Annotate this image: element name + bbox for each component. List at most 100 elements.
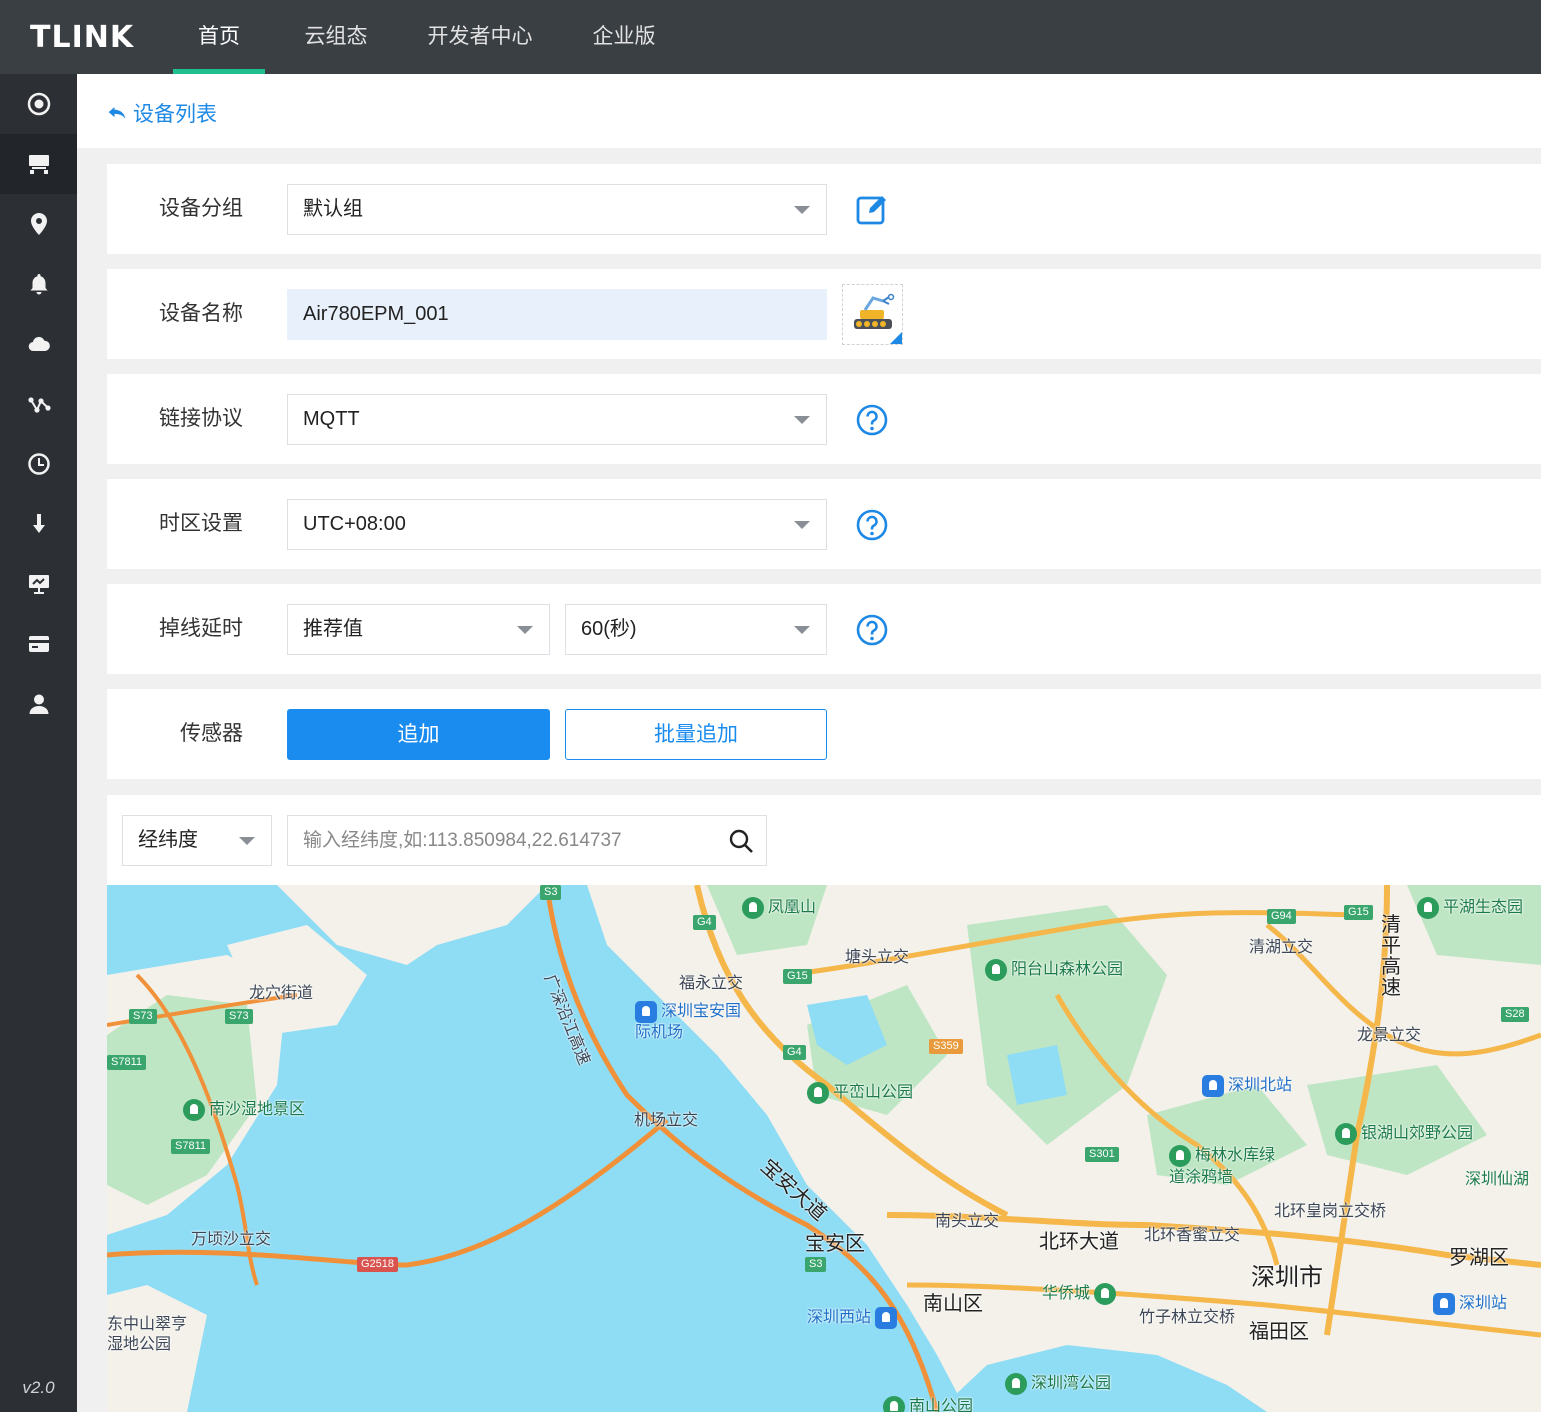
device-name-input[interactable]: Air780EPM_001 <box>287 289 827 340</box>
map-label-sznorth: 深圳北站 <box>1202 1071 1292 1097</box>
coordinate-search-placeholder: 输入经纬度,如:113.850984,22.614737 <box>303 830 622 851</box>
edit-group-button[interactable] <box>855 193 889 227</box>
sidebar-item-billing[interactable] <box>0 614 77 674</box>
sidebar: v2.0 <box>0 74 77 1412</box>
sidebar-item-devices[interactable] <box>0 134 77 194</box>
road-shield: S7811 <box>171 1139 210 1154</box>
network-icon <box>27 397 51 413</box>
help-icon <box>856 509 888 541</box>
sidebar-item-location[interactable] <box>0 194 77 254</box>
clock-icon <box>27 453 50 475</box>
chevron-down-icon <box>794 416 810 424</box>
map-label-nansha: 南沙湿地景区 <box>183 1095 305 1121</box>
sensor-label: 传感器 <box>180 722 243 745</box>
offline-mode-select[interactable]: 推荐值 <box>287 604 550 655</box>
chevron-down-icon <box>239 837 255 845</box>
map-label-wanqingsha: 万顷沙立交 <box>191 1231 272 1248</box>
nav-home[interactable]: 首页 <box>173 0 265 74</box>
tlink-logo[interactable]: TLINK <box>30 20 134 55</box>
road-shield: G94 <box>1267 909 1296 924</box>
map-label-huaqiao: 华侨城 <box>1042 1279 1120 1305</box>
breadcrumb-label: 设备列表 <box>133 103 217 126</box>
road-shield: G4 <box>693 915 716 930</box>
timezone-label: 时区设置 <box>159 512 243 535</box>
chevron-down-icon <box>517 626 533 634</box>
map-label-beihuan: 北环大道 <box>1039 1231 1119 1253</box>
map-label-longjing: 龙景立交 <box>1357 1027 1422 1044</box>
help-icon <box>856 614 888 646</box>
help-icon <box>856 404 888 436</box>
search-icon[interactable] <box>728 828 754 854</box>
road-shield: G15 <box>1344 905 1373 920</box>
park-pin-icon <box>1335 1122 1357 1145</box>
offline-delay-value: 60(秒) <box>581 618 637 640</box>
map-label-szbay: 深圳湾公园 <box>1005 1369 1111 1395</box>
device-image-picker[interactable] <box>842 284 903 345</box>
batch-add-sensor-button[interactable]: 批量追加 <box>565 709 827 760</box>
sidebar-item-history[interactable] <box>0 434 77 494</box>
road-shield: G2518 <box>357 1257 399 1272</box>
dashboard-icon <box>27 92 50 116</box>
map-label-zhongshan: 东中山翠亨湿地公园 <box>107 1316 188 1353</box>
location-pin-icon <box>30 213 47 235</box>
park-pin-icon <box>883 1395 905 1412</box>
road-shield: S28 <box>1501 1007 1529 1022</box>
chevron-down-icon <box>794 521 810 529</box>
sidebar-item-user[interactable] <box>0 674 77 734</box>
rail-station-icon <box>1202 1074 1224 1097</box>
nav-cloud-scada[interactable]: 云组态 <box>290 0 382 74</box>
timezone-select-value: UTC+08:00 <box>303 513 406 535</box>
road-shield: S359 <box>929 1039 963 1054</box>
map-label-longxue: 龙穴街道 <box>249 985 314 1002</box>
offline-delay-select[interactable]: 60(秒) <box>565 604 827 655</box>
map-label-szcity: 深圳市 <box>1251 1264 1323 1291</box>
sidebar-item-cloud[interactable] <box>0 314 77 374</box>
card-icon <box>28 636 49 652</box>
map-label-xiangmi: 北环香蜜立交 <box>1144 1227 1241 1244</box>
map-label-tangtou: 塘头立交 <box>845 949 910 966</box>
download-icon <box>32 514 45 533</box>
group-select[interactable]: 默认组 <box>287 184 827 235</box>
form-row-timezone: 时区设置 UTC+08:00 <box>107 479 1541 569</box>
map-label-airport: 深圳宝安国际机场 <box>635 1001 745 1043</box>
group-label: 设备分组 <box>159 197 243 220</box>
park-pin-icon <box>807 1081 829 1104</box>
coordinate-type-select[interactable]: 经纬度 <box>122 815 272 866</box>
coordinate-search-input[interactable]: 输入经纬度,如:113.850984,22.614737 <box>287 815 767 866</box>
sidebar-item-alarms[interactable] <box>0 254 77 314</box>
map-label-yangtai: 阳台山森林公园 <box>985 955 1123 981</box>
add-sensor-button[interactable]: 追加 <box>287 709 550 760</box>
protocol-label: 链接协议 <box>159 407 243 430</box>
offline-help-button[interactable] <box>855 613 889 647</box>
nav-developer-center[interactable]: 开发者中心 <box>410 0 550 74</box>
map-label-nantou: 南头立交 <box>935 1213 1000 1230</box>
timezone-select[interactable]: UTC+08:00 <box>287 499 827 550</box>
form-row-group: 设备分组 默认组 <box>107 164 1541 254</box>
form-row-protocol: 链接协议 MQTT <box>107 374 1541 464</box>
road-shield: S73 <box>225 1009 253 1024</box>
map-canvas[interactable] <box>107 885 1541 1412</box>
protocol-help-button[interactable] <box>855 403 889 437</box>
sidebar-item-presentation[interactable] <box>0 554 77 614</box>
device-icon <box>28 155 49 174</box>
rail-station-icon <box>875 1306 898 1329</box>
offline-delay-label: 掉线延时 <box>159 617 243 640</box>
sidebar-item-dashboard[interactable] <box>0 74 77 134</box>
protocol-select[interactable]: MQTT <box>287 394 827 445</box>
map-label-meilin: 梅林水库绿道涂鸦墙 <box>1169 1145 1289 1188</box>
group-select-value: 默认组 <box>303 198 363 220</box>
map-label-fuyong: 福永立交 <box>679 975 744 992</box>
map-label-xianhu: 深圳仙湖 <box>1465 1171 1530 1188</box>
nav-enterprise[interactable]: 企业版 <box>578 0 670 74</box>
back-to-device-list-link[interactable]: 设备列表 <box>107 98 217 128</box>
sidebar-item-network[interactable] <box>0 374 77 434</box>
picker-corner-marker <box>890 332 902 344</box>
sidebar-item-download[interactable] <box>0 494 77 554</box>
map-label-baoan: 宝安区 <box>805 1233 865 1255</box>
airport-icon <box>635 1001 657 1023</box>
map-label-qingping: 清平高速 <box>1381 914 1401 999</box>
user-icon <box>29 694 48 714</box>
timezone-help-button[interactable] <box>855 508 889 542</box>
map-view[interactable]: 凤凰山 广深沿江高速 塘头立交 福永立交 深圳宝安国际机场 阳台山森林公园 龙穴… <box>107 885 1541 1412</box>
park-pin-icon <box>1169 1145 1191 1167</box>
